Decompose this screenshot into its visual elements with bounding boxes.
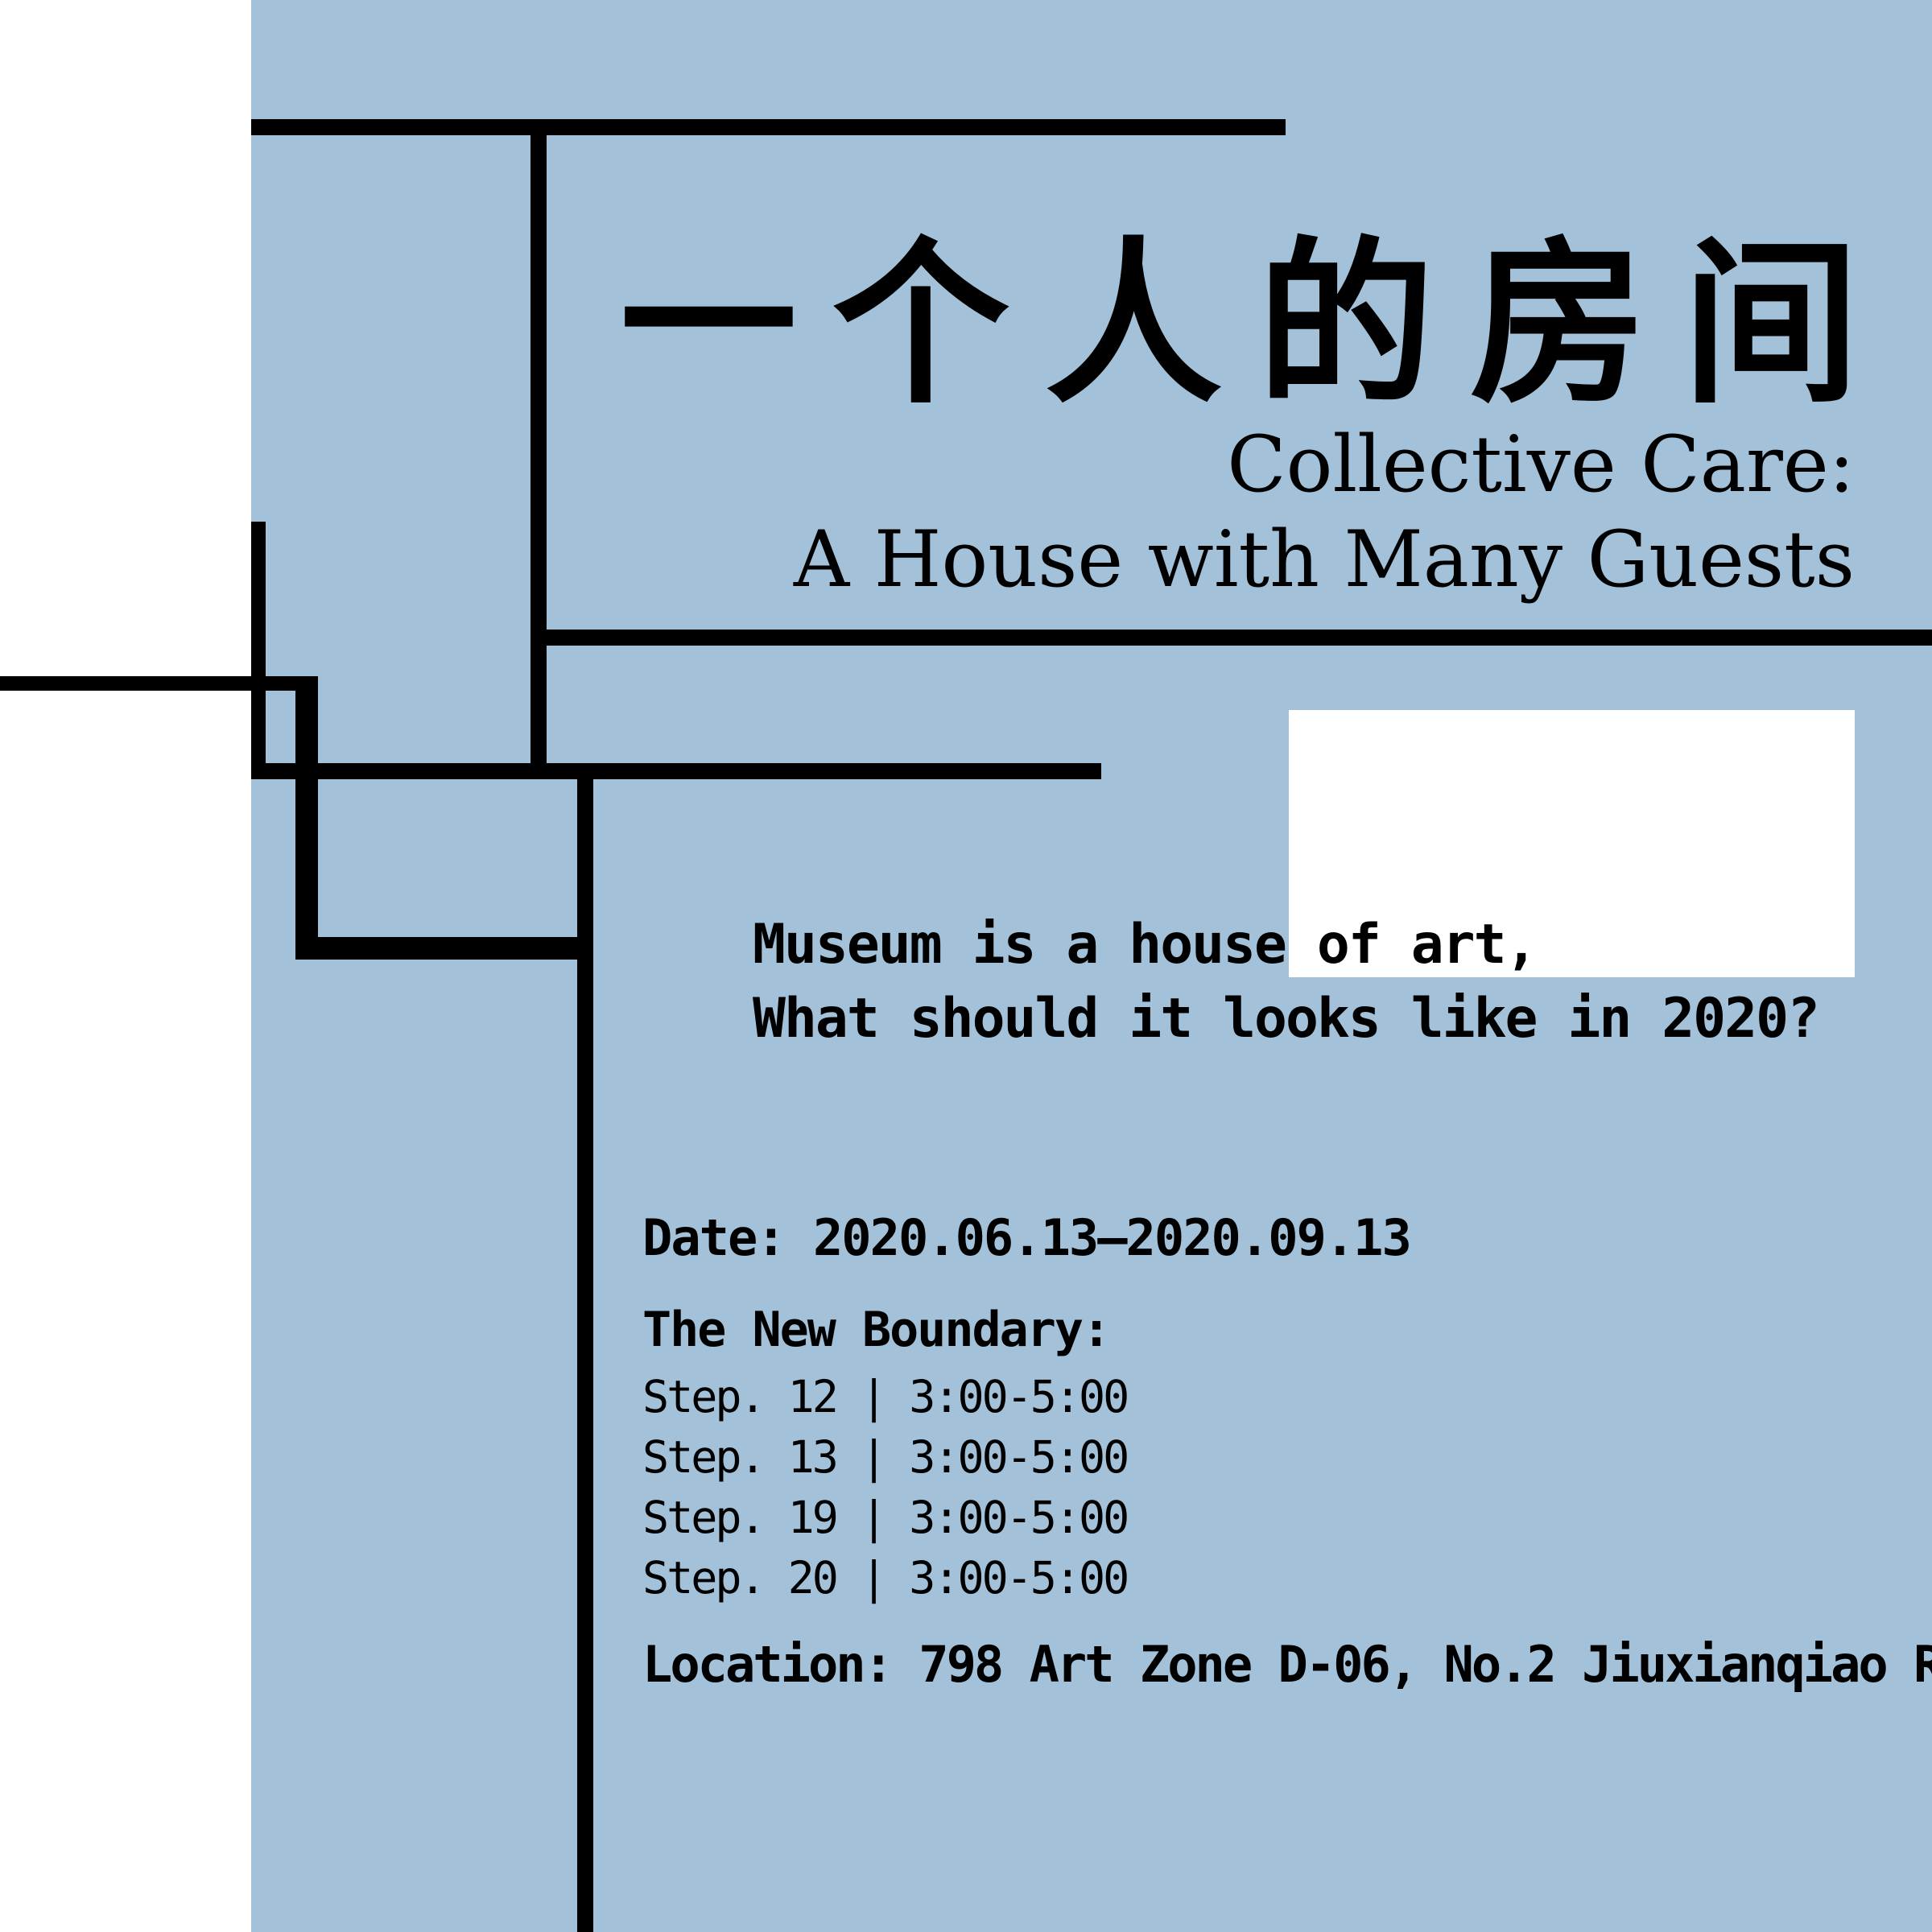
tagline-line-2: What should it looks like in 2020? xyxy=(753,987,1820,1051)
schedule-item: Step. 13 | 3:00-5:00 xyxy=(642,1431,1129,1483)
small-vertical-line xyxy=(251,522,266,779)
event-date: Date: 2020.06.13—2020.09.13 xyxy=(642,1208,1412,1267)
title-char: 的 xyxy=(1257,221,1435,427)
event-location: Location: 798 Art Zone D-06, No.2 Jiuxia… xyxy=(642,1635,1932,1694)
schedule-list: Step. 12 | 3:00-5:00 Step. 13 | 3:00-5:0… xyxy=(642,1367,1932,1608)
top-horizontal-line xyxy=(251,119,1286,135)
schedule-item: Step. 12 | 3:00-5:00 xyxy=(642,1371,1129,1422)
poster: 一 个 人 的 房 间 Collective Care: A House wit… xyxy=(0,0,1932,1932)
title-char: 间 xyxy=(1682,221,1860,427)
step-vertical-line xyxy=(295,676,318,960)
middle-horizontal-line xyxy=(251,763,1101,779)
tagline-line-1: Museum is a house of art, xyxy=(753,913,1538,976)
title-char: 个 xyxy=(832,221,1009,427)
title-char: 人 xyxy=(1044,221,1222,427)
english-title-line-1: Collective Care: xyxy=(1227,419,1855,510)
schedule-item: Step. 19 | 3:00-5:00 xyxy=(642,1492,1129,1543)
title-char: 一 xyxy=(620,221,798,427)
step-horizontal-line xyxy=(295,937,585,960)
series-label: The New Boundary: xyxy=(642,1302,1111,1358)
schedule-item: Step. 20 | 3:00-5:00 xyxy=(642,1552,1129,1604)
event-info: Date: 2020.06.13—2020.09.13 The New Boun… xyxy=(642,1206,1932,1697)
title-underline xyxy=(539,630,1932,646)
left-edge-line xyxy=(0,676,318,691)
title-char: 房 xyxy=(1469,221,1647,427)
english-title-line-2: A House with Many Guests xyxy=(793,514,1855,605)
tagline: Museum is a house of art, What should it… xyxy=(753,908,1820,1056)
chinese-title: 一 个 人 的 房 间 xyxy=(620,232,1860,417)
english-title: Collective Care: A House with Many Guest… xyxy=(794,417,1855,607)
left-vertical-line xyxy=(530,127,547,770)
